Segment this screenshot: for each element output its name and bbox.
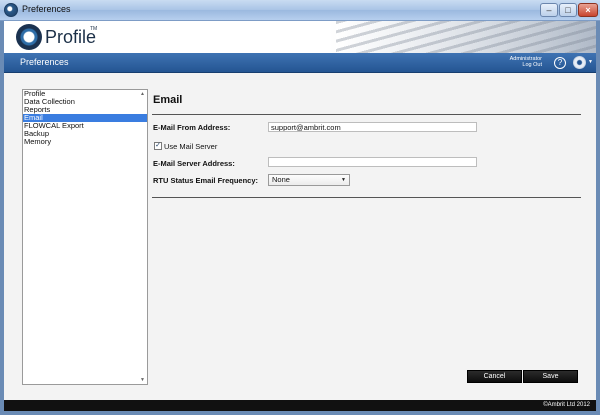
logout-link[interactable]: Log Out xyxy=(484,62,542,68)
from-address-input[interactable] xyxy=(268,122,477,132)
rtu-frequency-select[interactable]: None ▼ xyxy=(268,174,350,186)
divider xyxy=(152,114,581,115)
panel-title: Email xyxy=(153,94,183,106)
maximize-button[interactable]: □ xyxy=(559,3,577,17)
divider xyxy=(152,197,581,198)
nav-bar: Preferences Administrator Log Out ? ▼ xyxy=(4,53,596,73)
profile-logo-icon xyxy=(16,24,42,50)
chevron-down-icon[interactable]: ▼ xyxy=(588,59,593,65)
server-address-label: E-Mail Server Address: xyxy=(153,159,235,168)
use-mail-server-checkbox[interactable]: ✓ xyxy=(154,142,162,150)
list-item-memory[interactable]: Memory xyxy=(23,138,147,146)
copyright-text: ©Ambrit Ltd 2012 xyxy=(543,402,590,408)
window-title: Preferences xyxy=(22,4,71,14)
user-info: Administrator Log Out xyxy=(484,56,542,68)
logo-text: Profile xyxy=(45,27,97,47)
preferences-category-list[interactable]: Profile Data Collection Reports Email FL… xyxy=(22,89,148,385)
section-title: Preferences xyxy=(20,57,69,67)
main-content: Profile Data Collection Reports Email FL… xyxy=(4,73,596,400)
cancel-button[interactable]: Cancel xyxy=(467,370,522,383)
gear-icon[interactable] xyxy=(573,56,586,69)
server-address-input[interactable] xyxy=(268,157,477,167)
minimize-button[interactable]: – xyxy=(540,3,558,17)
scroll-up-icon[interactable]: ▲ xyxy=(140,91,145,97)
from-address-label: E-Mail From Address: xyxy=(153,123,231,132)
chevron-down-icon: ▼ xyxy=(341,177,346,183)
app-header: Profile TM xyxy=(4,21,596,53)
help-icon[interactable]: ? xyxy=(554,57,566,69)
rtu-frequency-label: RTU Status Email Frequency: xyxy=(153,176,259,185)
close-button[interactable]: × xyxy=(578,3,598,17)
app-icon xyxy=(4,3,18,17)
use-mail-server-label: Use Mail Server xyxy=(164,142,218,151)
save-button[interactable]: Save xyxy=(523,370,578,383)
rtu-frequency-value: None xyxy=(272,175,290,184)
footer-bar: ©Ambrit Ltd 2012 xyxy=(4,400,596,411)
header-banner-image xyxy=(336,21,596,53)
window-titlebar: Preferences – □ × xyxy=(0,0,600,21)
scroll-down-icon[interactable]: ▼ xyxy=(140,377,145,383)
logo-trademark: TM xyxy=(90,26,98,32)
